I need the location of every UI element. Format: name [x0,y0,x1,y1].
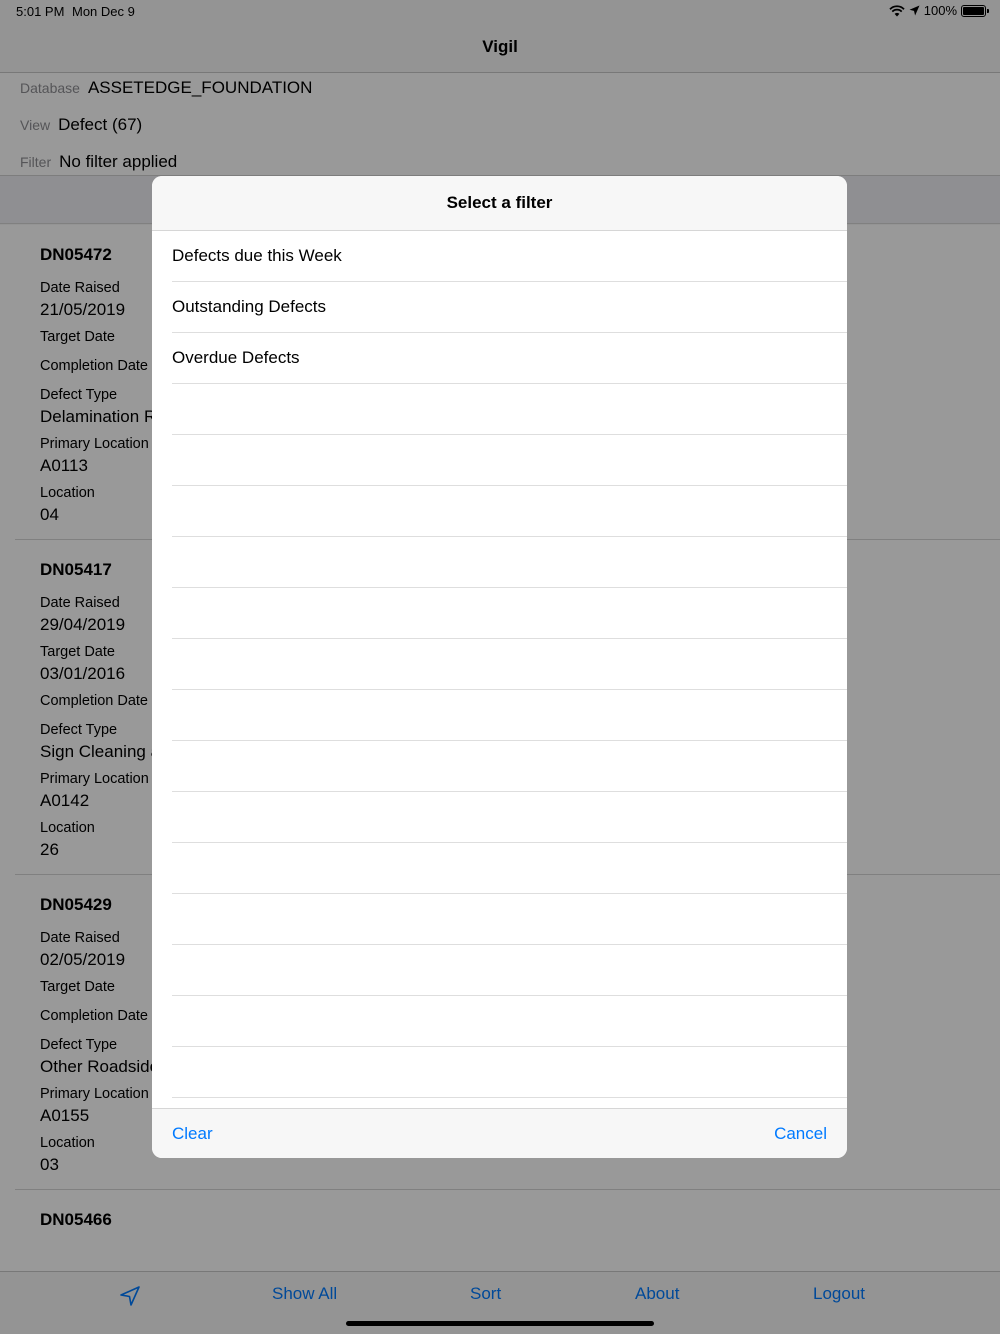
empty-row [172,894,847,945]
empty-row [172,1047,847,1098]
home-indicator[interactable] [346,1321,654,1326]
filter-option[interactable]: Defects due this Week [172,231,847,282]
empty-row [172,843,847,894]
filter-options-list[interactable]: Defects due this Week Outstanding Defect… [152,231,847,1109]
filter-option[interactable]: Outstanding Defects [172,282,847,333]
empty-row [172,639,847,690]
modal-footer: Clear Cancel [152,1108,847,1158]
empty-row [172,486,847,537]
empty-row [172,435,847,486]
filter-option[interactable]: Overdue Defects [172,333,847,384]
empty-row [172,996,847,1047]
empty-row [172,384,847,435]
empty-row [172,588,847,639]
filter-modal: Select a filter Defects due this Week Ou… [152,176,847,1158]
cancel-button[interactable]: Cancel [774,1124,827,1144]
empty-row [172,690,847,741]
empty-row [172,792,847,843]
empty-row [172,945,847,996]
empty-row [172,741,847,792]
empty-row [172,537,847,588]
modal-title: Select a filter [152,176,847,231]
clear-button[interactable]: Clear [172,1124,213,1144]
